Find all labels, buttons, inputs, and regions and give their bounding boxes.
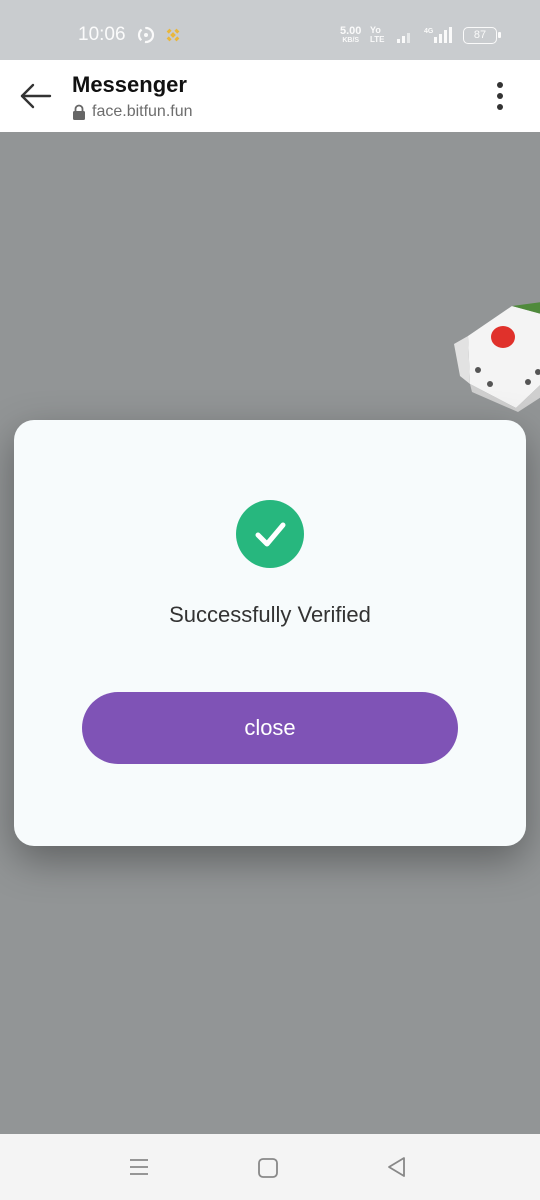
volte-indicator: Yo LTE xyxy=(370,25,385,45)
success-message: Successfully Verified xyxy=(169,602,371,627)
network-speed: 5.00 KB/S xyxy=(340,26,361,45)
app-bar: Messenger face.bitfun.fun xyxy=(0,60,540,132)
battery-icon: 87 xyxy=(463,27,501,44)
network-speed-value: 5.00 xyxy=(340,25,362,37)
network-badge: 4G xyxy=(424,28,434,35)
lock-icon xyxy=(73,104,85,120)
dice-icon xyxy=(454,302,540,412)
volte-bottom: LTE xyxy=(370,35,385,44)
binance-icon xyxy=(166,28,180,42)
sync-icon xyxy=(137,26,155,44)
status-bar: 10:06 5.00 KB/S Yo LTE 4G 87 xyxy=(0,0,540,60)
recents-menu-icon[interactable] xyxy=(126,1154,152,1180)
page-url: face.bitfun.fun xyxy=(92,103,193,120)
more-vert-icon[interactable] xyxy=(484,78,516,114)
status-time: 10:06 xyxy=(78,24,126,45)
check-circle-icon xyxy=(236,500,304,568)
signal-4g-icon: 4G xyxy=(424,27,452,43)
url-row: face.bitfun.fun xyxy=(72,102,193,122)
volte-top: Yo xyxy=(370,25,381,35)
back-triangle-icon[interactable] xyxy=(384,1154,410,1180)
battery-level: 87 xyxy=(473,29,487,41)
verification-dialog: Successfully Verified close xyxy=(14,420,526,846)
network-speed-unit: KB/S xyxy=(342,37,360,44)
signal-icon xyxy=(397,33,410,43)
back-arrow-icon[interactable] xyxy=(16,80,56,112)
home-square-icon[interactable] xyxy=(256,1156,280,1180)
navigation-bar xyxy=(0,1134,540,1200)
page-title: Messenger xyxy=(72,72,187,97)
close-button[interactable]: close xyxy=(82,692,458,764)
